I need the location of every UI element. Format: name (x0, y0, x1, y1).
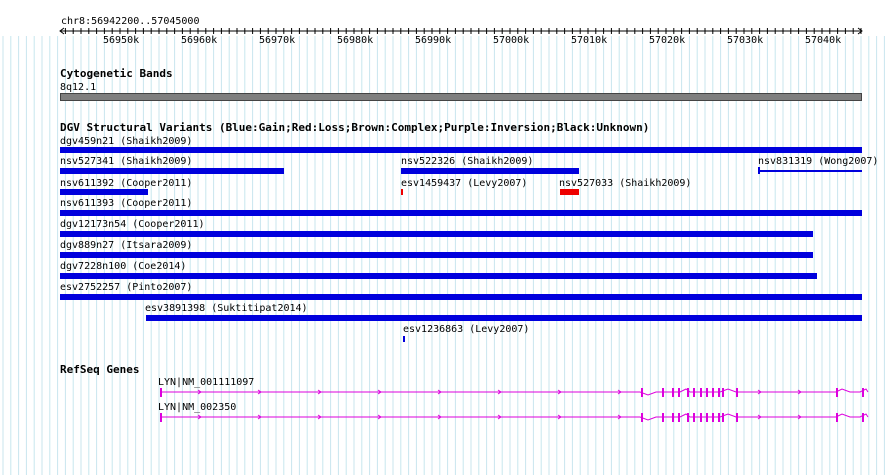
dgv-feature-bar[interactable] (401, 168, 579, 174)
dgv-feature-label[interactable]: nsv527341 (Shaikh2009) (60, 156, 192, 167)
ruler-tick-label: 56950k (103, 35, 140, 46)
dgv-feature-bar[interactable] (146, 315, 862, 321)
ruler-tick-label: 56990k (415, 35, 452, 46)
dgv-feature-bar-endcap (758, 167, 760, 174)
dgv-feature-label[interactable]: dgv459n21 (Shaikh2009) (60, 136, 192, 147)
dgv-feature-label[interactable]: dgv12173n54 (Cooper2011) (60, 219, 205, 230)
cytoband-bar[interactable] (60, 93, 862, 101)
dgv-feature-bar[interactable] (60, 231, 813, 237)
dgv-feature-bar[interactable] (60, 273, 817, 279)
ruler-tick-label: 57040k (805, 35, 842, 46)
gene-label[interactable]: LYN|NM_002350 (158, 402, 236, 413)
cytoband-track-title[interactable]: Cytogenetic Bands (60, 68, 173, 80)
ruler-tick-label: 56970k (259, 35, 296, 46)
cytoband-label: 8q12.1 (60, 82, 97, 93)
dgv-feature-bar[interactable] (60, 252, 813, 258)
gene-label[interactable]: LYN|NM_001111097 (158, 377, 254, 388)
dgv-feature-bar[interactable] (60, 294, 862, 300)
dgv-feature-label[interactable]: esv3891398 (Suktitipat2014) (145, 303, 308, 314)
dgv-feature-bar[interactable] (60, 168, 284, 174)
dgv-feature-label[interactable]: nsv611393 (Cooper2011) (60, 198, 192, 209)
dgv-feature-bar[interactable] (60, 147, 862, 153)
dgv-feature-label[interactable]: nsv527033 (Shaikh2009) (559, 178, 691, 189)
ruler-tick-label: 57010k (571, 35, 608, 46)
ruler-tick-label: 57030k (727, 35, 764, 46)
dgv-feature-label[interactable]: nsv831319 (Wong2007) (758, 156, 878, 167)
dgv-feature-label[interactable]: nsv611392 (Cooper2011) (60, 178, 192, 189)
dgv-feature-label[interactable]: esv1236863 (Levy2007) (403, 324, 529, 335)
dgv-feature-bar[interactable] (60, 210, 862, 216)
dgv-feature-bar[interactable] (60, 189, 148, 195)
dgv-feature-label[interactable]: dgv889n27 (Itsara2009) (60, 240, 192, 251)
dgv-feature-bar[interactable] (560, 189, 579, 195)
dgv-feature-label[interactable]: nsv522326 (Shaikh2009) (401, 156, 533, 167)
dgv-feature-label[interactable]: esv2752257 (Pinto2007) (60, 282, 192, 293)
dgv-feature-bar[interactable] (403, 336, 405, 342)
dgv-feature-label[interactable]: dgv7228n100 (Coe2014) (60, 261, 186, 272)
dgv-feature-bar[interactable] (401, 189, 403, 195)
ruler-tick-label: 57000k (493, 35, 530, 46)
ruler-tick-label: 56960k (181, 35, 218, 46)
dgv-feature-bar[interactable] (758, 170, 862, 172)
dgv-track-title[interactable]: DGV Structural Variants (Blue:Gain;Red:L… (60, 122, 649, 134)
dgv-feature-label[interactable]: esv1459437 (Levy2007) (401, 178, 527, 189)
ruler-tick-label: 56980k (337, 35, 374, 46)
refseq-track-title[interactable]: RefSeq Genes (60, 364, 139, 376)
ruler-tick-label: 57020k (649, 35, 686, 46)
ruler-coordinate-label: chr8:56942200..57045000 (61, 16, 200, 27)
